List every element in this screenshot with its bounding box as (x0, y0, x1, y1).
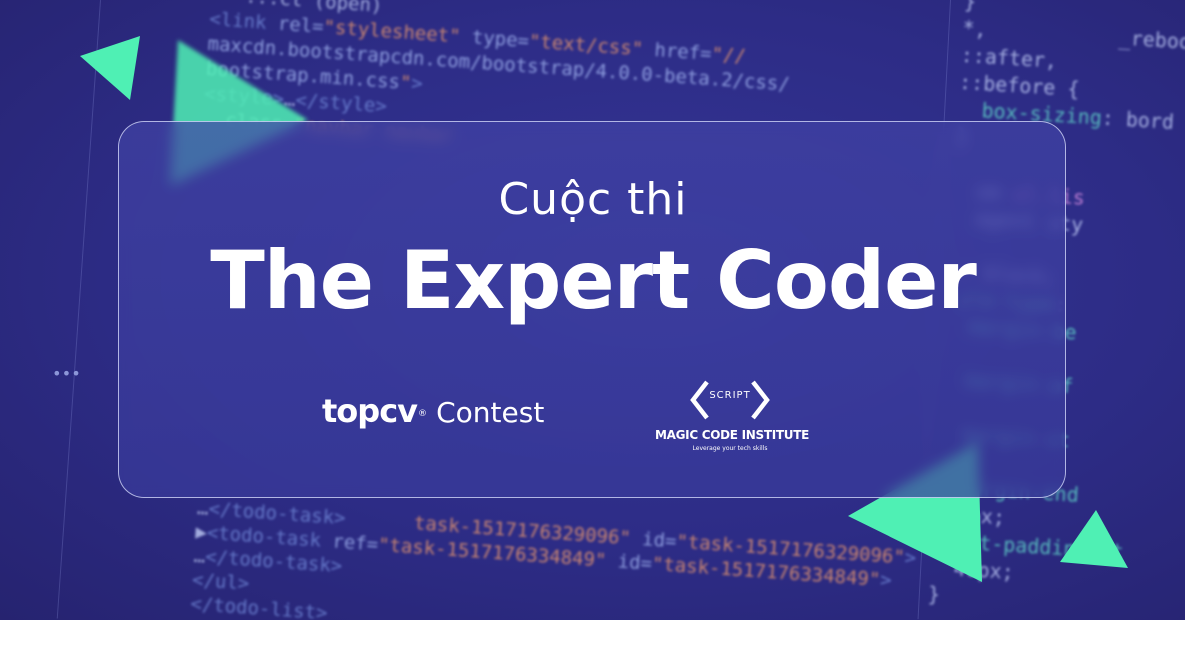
mci-tagline: Leverage your tech skills (692, 445, 768, 452)
topcv-contest-logo: topcv® Contest (322, 392, 544, 430)
code-token: type= (459, 25, 530, 53)
code-token: } (963, 0, 977, 14)
background-code-bottom: …</todo-task> task-1517176329096" id="ta… (190, 496, 917, 620)
code-token: "// (710, 43, 747, 68)
mci-name: MAGIC CODE INSTITUTE (655, 428, 809, 442)
code-token: id= (630, 527, 678, 553)
triangle-decoration-top-left-small (80, 36, 140, 100)
triangle-shape (1060, 510, 1128, 568)
ellipsis-icon: ••• (52, 364, 81, 383)
title-card: Cuộc thi The Expert Coder topcv® Contest… (118, 121, 1066, 498)
topcv-brand: topcv (322, 392, 418, 430)
triangle-shape (80, 36, 140, 100)
code-token: ref= (331, 530, 379, 556)
code-token: <link (208, 7, 279, 35)
code-token: id= (605, 549, 653, 575)
code-token: *, (961, 15, 988, 42)
triangle-decoration-bottom-right-small (1060, 510, 1128, 568)
code-token: : bord (1101, 105, 1175, 134)
registered-mark-icon: ® (418, 408, 428, 419)
code-token: href= (642, 38, 713, 65)
contest-subtitle: Cuộc thi (498, 174, 688, 225)
code-token: rel= (277, 12, 325, 38)
code-token: </ul> (191, 568, 250, 595)
code-token: ::after, (960, 42, 1058, 73)
mci-badge-text: SCRIPT (709, 390, 751, 401)
contest-title: The Expert Coder (210, 234, 977, 327)
topcv-contest-label: Contest (436, 396, 545, 429)
banner: ...ct (open)<link rel="stylesheet" type=… (0, 0, 1185, 620)
code-token: > (410, 72, 424, 95)
magic-code-institute-logo: SCRIPT MAGIC CODE INSTITUTE Leverage you… (655, 374, 809, 454)
